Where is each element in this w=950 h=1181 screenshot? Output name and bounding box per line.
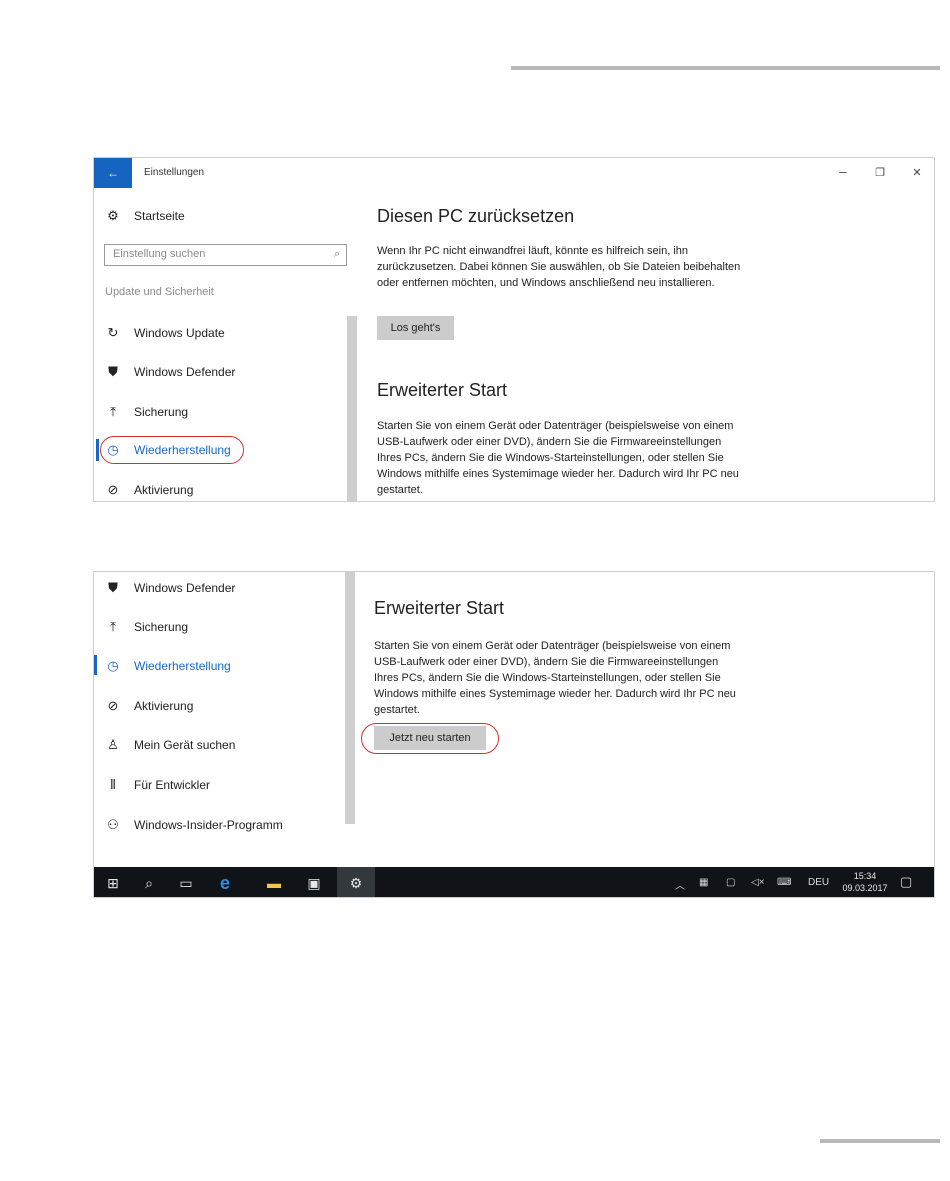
- sidebar-item-wiederherstellung[interactable]: ◷ Wiederherstellung: [106, 438, 231, 462]
- maximize-button[interactable]: ❐: [870, 166, 890, 179]
- back-button[interactable]: ←: [94, 158, 132, 188]
- sidebar-item-windows-update[interactable]: ↻ Windows Update: [106, 321, 225, 345]
- advanced-start-text: Starten Sie von einem Gerät oder Datentr…: [374, 640, 736, 716]
- backup-arrow-icon: ⤒: [110, 404, 116, 419]
- sidebar-item-label: Windows Defender: [134, 365, 236, 379]
- active-indicator: [96, 439, 99, 461]
- sidebar-item-sicherung[interactable]: ⤒ Sicherung: [106, 615, 188, 639]
- sidebar-item-label: Für Entwickler: [134, 778, 211, 792]
- title-bar: ← Einstellungen – ❐ ✕: [94, 158, 934, 188]
- sidebar-item-aktivierung[interactable]: ⊘ Aktivierung: [106, 694, 194, 718]
- chevron-up-icon[interactable]: ︿: [675, 877, 685, 892]
- sidebar-item-label: Wiederherstellung: [134, 659, 231, 673]
- sidebar-item-label: Wiederherstellung: [134, 443, 231, 457]
- restart-now-button[interactable]: Jetzt neu starten: [374, 726, 486, 750]
- los-gehts-button[interactable]: Los geht's: [377, 316, 454, 340]
- sidebar-group-label: Update und Sicherheit: [105, 286, 214, 298]
- page-header-rule: [511, 66, 940, 70]
- sidebar-scrollbar[interactable]: [347, 316, 357, 501]
- sidebar-item-aktivierung[interactable]: ⊘ Aktivierung: [106, 478, 194, 501]
- window-title: Einstellungen: [144, 167, 205, 178]
- sidebar-scrollbar[interactable]: [345, 572, 355, 824]
- sidebar-item-label: Aktivierung: [134, 483, 194, 497]
- search-placeholder: Einstellung suchen: [113, 248, 206, 260]
- active-indicator: [94, 655, 97, 675]
- gear-icon: ⚙: [107, 208, 119, 223]
- back-arrow-icon: ←: [107, 166, 119, 180]
- sidebar-item-label: Windows Update: [134, 326, 225, 340]
- notification-icon[interactable]: ▢: [900, 874, 912, 890]
- shield-icon: ⛊: [108, 364, 118, 379]
- sidebar-item-sicherung[interactable]: ⤒ Sicherung: [106, 400, 188, 424]
- sidebar-item-wiederherstellung[interactable]: ◷ Wiederherstellung: [106, 654, 231, 678]
- check-circle-icon: ⊘: [107, 482, 119, 497]
- close-button[interactable]: ✕: [907, 166, 927, 179]
- main-content: Diesen PC zurücksetzen Wenn Ihr PC nicht…: [377, 188, 934, 501]
- check-circle-icon: ⊘: [107, 698, 119, 713]
- settings-window-screenshot-1: ← Einstellungen – ❐ ✕ ⚙ Startseite Einst…: [93, 157, 935, 502]
- reset-title: Diesen PC zurücksetzen: [377, 206, 575, 226]
- history-icon: ◷: [107, 442, 119, 457]
- language-indicator[interactable]: DEU: [808, 877, 829, 888]
- reset-text: Wenn Ihr PC nicht einwandfrei läuft, kön…: [377, 245, 741, 289]
- task-view-icon[interactable]: ▭: [169, 867, 203, 897]
- advanced-start-title: Erweiterter Start: [377, 380, 508, 400]
- explorer-icon[interactable]: ▬: [257, 867, 291, 897]
- sidebar-item-label: Mein Gerät suchen: [134, 738, 236, 752]
- keyboard-icon[interactable]: ⌨: [777, 877, 791, 888]
- sidebar-item-windows-insider[interactable]: ⚇ Windows-Insider-Programm: [106, 813, 283, 837]
- search-icon[interactable]: ⌕: [132, 867, 166, 897]
- sidebar-item-windows-defender[interactable]: ⛊ Windows Defender: [106, 576, 235, 600]
- sidebar-item-label: Windows Defender: [134, 581, 236, 595]
- sidebar-item-label: Windows-Insider-Programm: [134, 818, 283, 832]
- taskbar: ⊞ ⌕ ▭ e ▬ ▣ ⚙ ︿ ▦ ▢ ◁× ⌨ DEU 15:34 09.03…: [94, 867, 934, 897]
- clock-time: 15:34: [853, 871, 877, 881]
- clock-date: 09.03.2017: [842, 883, 888, 893]
- settings-search-input[interactable]: Einstellung suchen ⌕: [104, 244, 347, 266]
- volume-muted-icon[interactable]: ◁×: [751, 877, 765, 888]
- history-icon: ◷: [107, 658, 119, 673]
- network-icon[interactable]: ▦: [699, 877, 708, 888]
- sidebar-item-label: Sicherung: [134, 405, 189, 419]
- refresh-icon: ↻: [107, 325, 119, 340]
- page-footer-rule: [820, 1139, 940, 1143]
- store-icon[interactable]: ▣: [297, 867, 331, 897]
- sidebar-home[interactable]: ⚙ Startseite: [106, 204, 185, 228]
- backup-arrow-icon: ⤒: [110, 619, 116, 634]
- sidebar-item-fuer-entwickler[interactable]: ⫴ Für Entwickler: [106, 773, 210, 797]
- sidebar-item-mein-geraet-suchen[interactable]: ♙ Mein Gerät suchen: [106, 733, 235, 757]
- tools-icon: ⫴: [110, 777, 116, 792]
- sidebar-item-label: Aktivierung: [134, 699, 194, 713]
- minimize-button[interactable]: –: [833, 164, 853, 179]
- insider-icon: ⚇: [107, 817, 119, 832]
- advanced-start-text: Starten Sie von einem Gerät oder Datentr…: [377, 420, 739, 496]
- search-icon: ⌕: [333, 248, 340, 260]
- clock[interactable]: 15:34 09.03.2017: [840, 870, 890, 894]
- sidebar: ⚙ Startseite Einstellung suchen ⌕ Update…: [94, 188, 360, 501]
- person-pin-icon: ♙: [107, 737, 119, 752]
- start-icon[interactable]: ⊞: [96, 867, 130, 897]
- main-content: Erweiterter Start Starten Sie von einem …: [356, 572, 934, 868]
- shield-icon: ⛊: [108, 580, 118, 595]
- sidebar-item-windows-defender[interactable]: ⛊ Windows Defender: [106, 360, 235, 384]
- sidebar-item-label: Sicherung: [134, 620, 189, 634]
- edge-icon[interactable]: e: [208, 867, 242, 897]
- sidebar-home-label: Startseite: [134, 209, 185, 223]
- action-center-icon[interactable]: ▢: [726, 877, 735, 888]
- settings-window-screenshot-2: ⛊ Windows Defender ⤒ Sicherung ◷ Wiederh…: [93, 571, 935, 898]
- settings-app-icon[interactable]: ⚙: [337, 867, 375, 897]
- sidebar: ⛊ Windows Defender ⤒ Sicherung ◷ Wiederh…: [94, 572, 356, 868]
- advanced-start-title: Erweiterter Start: [374, 598, 505, 618]
